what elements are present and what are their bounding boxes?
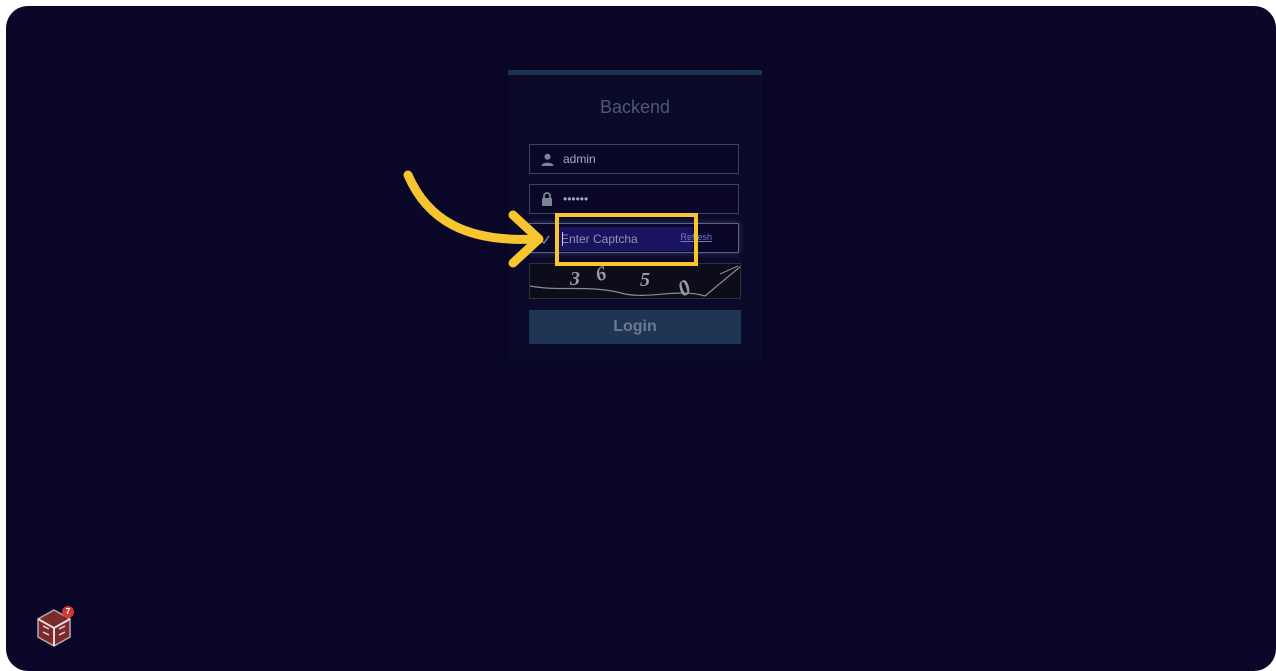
captcha-char: 5	[640, 269, 650, 291]
password-field[interactable]: ••••••	[529, 184, 739, 214]
username-field[interactable]: admin	[529, 144, 739, 174]
captcha-char: 0	[673, 274, 694, 299]
captcha-char: 6	[593, 264, 609, 286]
pointer-arrow-icon	[403, 170, 544, 268]
user-icon	[540, 152, 554, 166]
captcha-image: 3 6 5 0	[529, 263, 741, 299]
username-value: admin	[563, 152, 596, 166]
login-button[interactable]: Login	[529, 310, 741, 344]
captcha-char: 3	[569, 268, 580, 290]
login-title: Backend	[599, 97, 671, 117]
highlight-box	[555, 213, 698, 266]
notification-badge: 7	[62, 606, 74, 618]
card-top-accent	[508, 70, 762, 75]
password-value: ••••••	[563, 192, 589, 206]
